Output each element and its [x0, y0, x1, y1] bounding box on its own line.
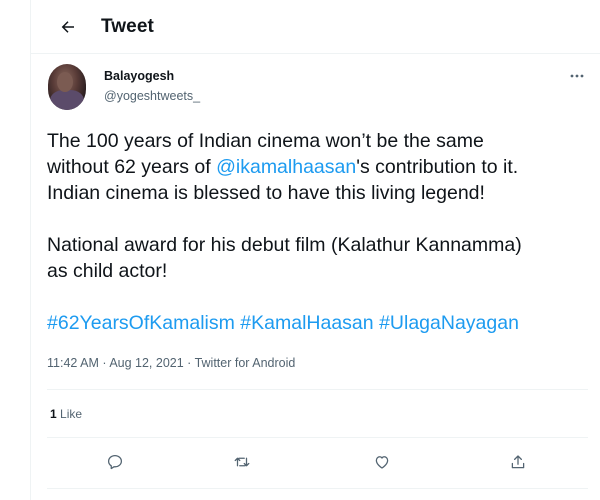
- tweet-line: The 100 years of Indian cinema won’t be …: [47, 130, 484, 152]
- more-horizontal-icon: [570, 74, 584, 78]
- back-button[interactable]: [51, 10, 85, 44]
- divider: [47, 389, 588, 390]
- page-header: Tweet: [31, 0, 600, 54]
- mention-link[interactable]: @ikamalhaasan: [216, 156, 356, 178]
- tweet-text-segment: 's contribution to it.: [356, 156, 519, 178]
- arrow-left-icon: [61, 21, 74, 33]
- tweet-source: Twitter for Android: [194, 356, 296, 370]
- avatar-face: [57, 72, 73, 92]
- like-button[interactable]: [371, 451, 393, 473]
- avatar[interactable]: [48, 64, 86, 110]
- retweet-icon: [234, 457, 250, 467]
- hashtag-line: #62YearsOfKamalism #KamalHaasan #UlagaNa…: [47, 310, 592, 336]
- tweet-text-segment: without 62 years of: [47, 156, 217, 178]
- like-count: 1: [50, 407, 57, 421]
- hashtag-link[interactable]: #62YearsOfKamalism: [47, 312, 235, 334]
- hashtag-link[interactable]: #UlagaNayagan: [379, 312, 519, 334]
- share-icon: [511, 455, 525, 469]
- page-title: Tweet: [101, 16, 154, 37]
- meta-separator: ·: [183, 356, 195, 370]
- column-border: [30, 0, 31, 500]
- author-name[interactable]: Balayogesh: [104, 69, 174, 83]
- avatar-body: [50, 90, 84, 110]
- tweet-line: Indian cinema is blessed to have this li…: [47, 182, 485, 204]
- author-handle[interactable]: @yogeshtweets_: [104, 89, 200, 103]
- likes-count-link[interactable]: 1 Like: [50, 407, 82, 421]
- share-button[interactable]: [507, 451, 529, 473]
- divider: [47, 437, 588, 438]
- like-label: Like: [56, 407, 83, 421]
- divider: [47, 488, 588, 489]
- tweet-date[interactable]: Aug 12, 2021: [109, 356, 183, 370]
- meta-separator: ·: [98, 356, 110, 370]
- tweet-metadata: 11:42 AM · Aug 12, 2021 · Twitter for An…: [47, 356, 295, 370]
- tweet-page: Tweet Balayogesh @yogeshtweets_ The 100 …: [0, 0, 600, 500]
- tweet-text: The 100 years of Indian cinema won’t be …: [47, 128, 592, 336]
- retweet-button[interactable]: [231, 451, 253, 473]
- tweet-line: without 62 years of @ikamalhaasan's cont…: [47, 154, 592, 180]
- reply-icon: [107, 454, 123, 470]
- tweet-line: National award for his debut film (Kalat…: [47, 234, 522, 256]
- hashtag-link[interactable]: #KamalHaasan: [240, 312, 373, 334]
- tweet-line: as child actor!: [47, 260, 168, 282]
- heart-icon: [375, 456, 389, 469]
- more-button[interactable]: [565, 68, 589, 84]
- tweet-actions: [47, 447, 588, 477]
- tweet-time[interactable]: 11:42 AM: [47, 356, 99, 370]
- reply-button[interactable]: [104, 451, 126, 473]
